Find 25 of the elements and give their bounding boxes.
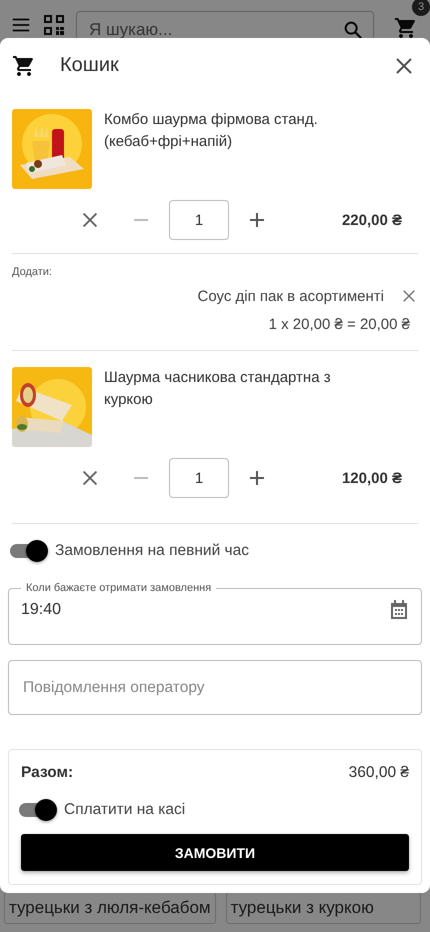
field-label: Коли бажаєте отримати замовлення — [25, 582, 212, 594]
addons-label: Додати: — [12, 266, 53, 280]
search-icon[interactable] — [342, 19, 364, 41]
calendar-icon[interactable] — [389, 600, 409, 620]
dialog-title: Кошик — [60, 54, 120, 77]
toggle-label: Замовлення на певний час — [55, 542, 249, 560]
cart-icon[interactable] — [394, 16, 418, 40]
quantity-field[interactable]: 1 — [169, 458, 229, 498]
message-field[interactable]: Повідомлення оператору — [8, 660, 422, 715]
addon-name: Соус діп пак в асортименті — [198, 288, 384, 304]
quantity-field[interactable]: 1 — [169, 200, 229, 240]
cart-icon — [12, 54, 36, 78]
item-price: 220,00 ₴ — [340, 212, 403, 228]
total-label: Разом: — [21, 764, 74, 782]
qr-code-icon[interactable] — [44, 15, 64, 35]
field-value: 19:40 — [21, 601, 62, 619]
addon-calculation: 1 x 20,00 ₴ = 20,00 ₴ — [268, 316, 411, 333]
total-amount: 360,00 ₴ — [348, 764, 409, 782]
item-price: 120,00 ₴ — [340, 470, 403, 486]
time-field[interactable]: Коли бажаєте отримати замовлення 19:40 — [8, 582, 422, 645]
product-name: Шаурма часникова стандартна з куркою — [104, 368, 332, 410]
cart-count-badge: 3 — [412, 0, 430, 16]
order-button[interactable]: ЗАМОВИТИ — [21, 834, 409, 871]
product-name: Комбо шаурма фірмова станд. (кебаб+фрі+напій) — [104, 110, 319, 152]
toggle-label: Сплатити на касі — [64, 801, 186, 819]
